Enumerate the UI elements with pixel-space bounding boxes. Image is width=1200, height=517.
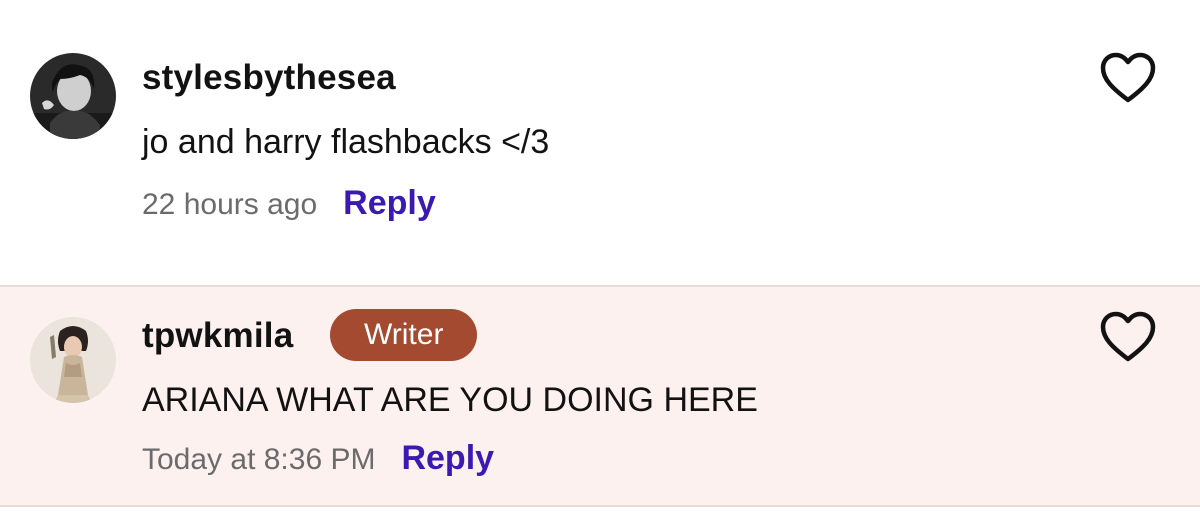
comment-timestamp: 22 hours ago	[142, 188, 318, 221]
comment-text: jo and harry flashbacks </3	[142, 123, 550, 161]
like-heart-icon[interactable]	[1098, 309, 1158, 365]
like-heart-icon[interactable]	[1098, 50, 1158, 106]
comment-username[interactable]: stylesbythesea	[142, 58, 396, 98]
comment-username[interactable]: tpwkmila	[142, 316, 293, 356]
avatar-photo-icon	[30, 53, 116, 139]
reply-button[interactable]: Reply	[401, 439, 494, 478]
comment-item: stylesbythesea jo and harry flashbacks <…	[0, 0, 1200, 286]
comment-meta: Today at 8:36 PM Reply	[142, 439, 494, 478]
comment-timestamp: Today at 8:36 PM	[142, 443, 376, 476]
comment-item-highlighted: tpwkmila Writer ARIANA WHAT ARE YOU DOIN…	[0, 287, 1200, 507]
writer-badge: Writer	[330, 309, 478, 361]
avatar-photo-icon	[30, 317, 116, 403]
reply-button[interactable]: Reply	[343, 184, 436, 223]
comment-divider	[0, 505, 1200, 507]
comment-meta: 22 hours ago Reply	[142, 184, 436, 223]
commenter-avatar[interactable]	[30, 317, 116, 403]
commenter-avatar[interactable]	[30, 53, 116, 139]
comment-text: ARIANA WHAT ARE YOU DOING HERE	[142, 381, 758, 419]
